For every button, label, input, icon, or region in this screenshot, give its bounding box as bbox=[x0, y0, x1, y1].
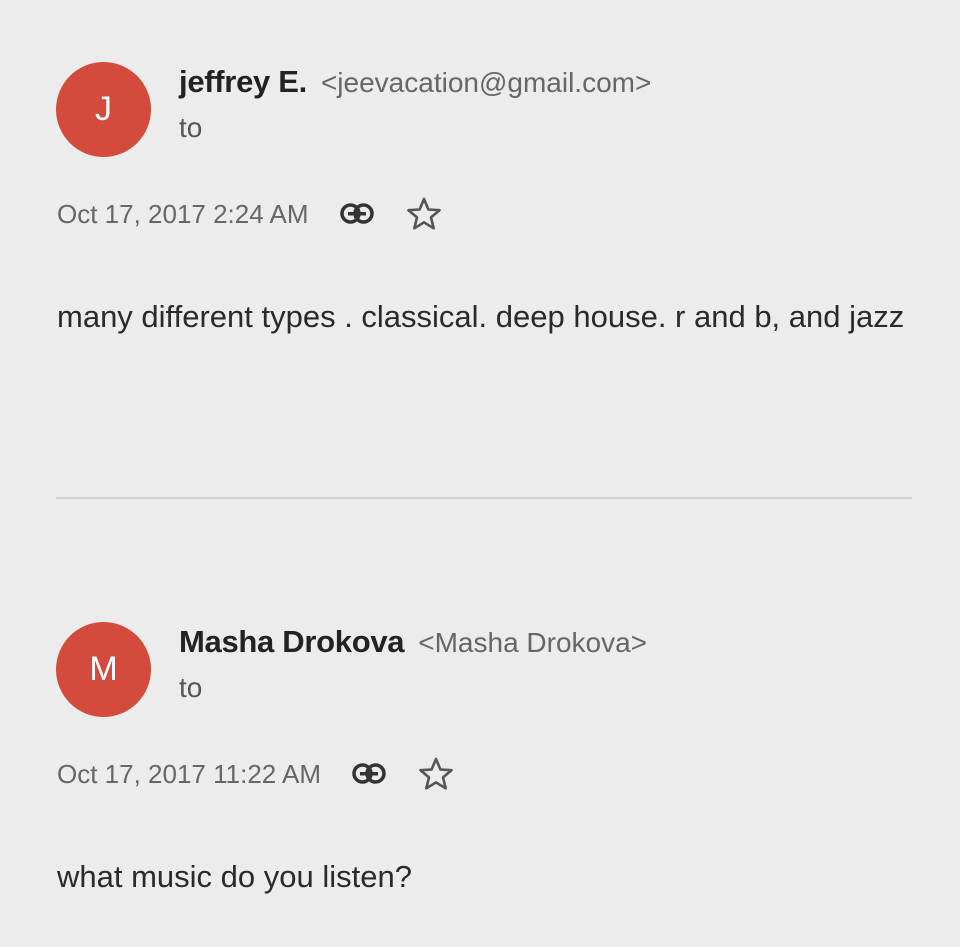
sender-name[interactable]: Masha Drokova bbox=[179, 624, 405, 659]
timestamp: Oct 17, 2017 2:24 AM bbox=[57, 198, 309, 229]
message-header: Masha Drokova <Masha Drokova> to bbox=[179, 622, 647, 708]
message-body: many different types . classical. deep h… bbox=[57, 299, 905, 334]
star-icon[interactable] bbox=[405, 195, 443, 233]
sender-name[interactable]: jeffrey E. bbox=[179, 64, 307, 99]
sender-line: jeffrey E. <jeevacation@gmail.com> bbox=[179, 62, 651, 108]
message-meta: Oct 17, 2017 11:22 AM bbox=[57, 755, 455, 793]
link-icon[interactable] bbox=[339, 196, 375, 232]
avatar[interactable]: J bbox=[56, 62, 151, 157]
message-meta: Oct 17, 2017 2:24 AM bbox=[57, 195, 443, 233]
timestamp: Oct 17, 2017 11:22 AM bbox=[57, 758, 322, 789]
sender-line: Masha Drokova <Masha Drokova> bbox=[179, 622, 647, 668]
message-body: what music do you listen? bbox=[57, 859, 412, 894]
avatar[interactable]: M bbox=[56, 622, 151, 717]
recipient-to-label[interactable]: to bbox=[179, 668, 647, 708]
star-icon[interactable] bbox=[417, 755, 455, 793]
sender-email: <Masha Drokova> bbox=[418, 627, 648, 658]
link-icon[interactable] bbox=[351, 756, 387, 792]
message-header: jeffrey E. <jeevacation@gmail.com> to bbox=[179, 62, 651, 148]
sender-email: <jeevacation@gmail.com> bbox=[320, 67, 652, 98]
message-divider bbox=[56, 497, 912, 499]
recipient-to-label[interactable]: to bbox=[179, 108, 651, 148]
